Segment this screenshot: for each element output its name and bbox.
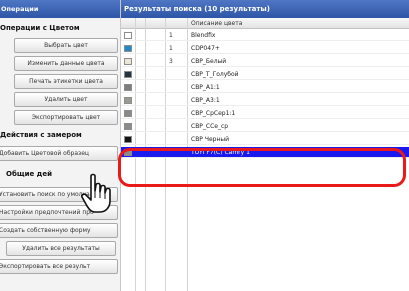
row-count: 1: [169, 45, 173, 52]
operations-panel: Операции Операции с Цветом Выбрать цвет …: [0, 0, 121, 291]
color-description: CBP_CCe_cp: [191, 123, 229, 130]
color-description: CDP047+: [191, 45, 220, 52]
table-row[interactable]: CBP_CCe_cp: [121, 121, 409, 132]
highlight-callout: [118, 148, 406, 187]
results-header: Результаты поиска (10 результаты): [121, 0, 409, 18]
color-description: CBP_T_Голубой: [191, 71, 239, 78]
select-color-button[interactable]: Выбрать цвет: [14, 38, 118, 53]
export-all-results-button[interactable]: Экспортировать все результ: [0, 259, 118, 274]
export-color-button[interactable]: Экспортировать цвет: [14, 110, 118, 125]
column-description-header[interactable]: Описание цвета: [191, 20, 242, 27]
add-color-sample-button[interactable]: Добавить Цветовой образец: [0, 146, 118, 161]
hand-pointer-icon: [81, 173, 111, 213]
operations-header: Операции: [0, 0, 120, 18]
color-description: CBP Черный: [191, 136, 230, 143]
table-row[interactable]: 3 CBP_Белый: [121, 56, 409, 67]
table-row[interactable]: CBP_T_Голубой: [121, 69, 409, 80]
delete-all-results-button[interactable]: Удалить все результаты: [6, 241, 116, 256]
table-row[interactable]: CBP_A1:1: [121, 82, 409, 93]
color-swatch: [124, 32, 132, 39]
color-description: Blendfix: [191, 32, 216, 39]
color-description: CBP_CpСер1:1: [191, 110, 236, 117]
edit-color-button[interactable]: Изменить данные цвета: [14, 56, 118, 71]
color-swatch: [124, 123, 132, 130]
table-row[interactable]: 1 CDP047+: [121, 43, 409, 54]
print-label-button[interactable]: Печать этикетки цвета: [14, 74, 118, 89]
color-description: CBP_A1:1: [191, 84, 220, 91]
color-description: CBP_Белый: [191, 58, 227, 65]
section-measure-actions: Действия с замером: [0, 131, 82, 139]
row-count: 1: [169, 32, 173, 39]
color-swatch: [124, 136, 132, 143]
search-results-panel: Результаты поиска (10 результаты) Описан…: [121, 0, 409, 291]
table-row[interactable]: CBP_A3:1: [121, 95, 409, 106]
color-swatch: [124, 58, 132, 65]
color-description: CBP_A3:1: [191, 97, 220, 104]
delete-color-button[interactable]: Удалить цвет: [14, 92, 118, 107]
color-swatch: [124, 45, 132, 52]
color-swatch: [124, 71, 132, 78]
section-general-actions: Общие дей: [6, 170, 52, 178]
table-row[interactable]: CBP_CpСер1:1: [121, 108, 409, 119]
section-color-operations: Операции с Цветом: [0, 24, 80, 32]
row-count: 3: [169, 58, 173, 65]
color-swatch: [124, 110, 132, 117]
color-swatch: [124, 84, 132, 91]
table-row[interactable]: CBP Черный: [121, 134, 409, 145]
table-row[interactable]: 1 Blendfix: [121, 30, 409, 41]
create-form-button[interactable]: Создать собственную форму: [0, 223, 118, 238]
color-swatch: [124, 97, 132, 104]
